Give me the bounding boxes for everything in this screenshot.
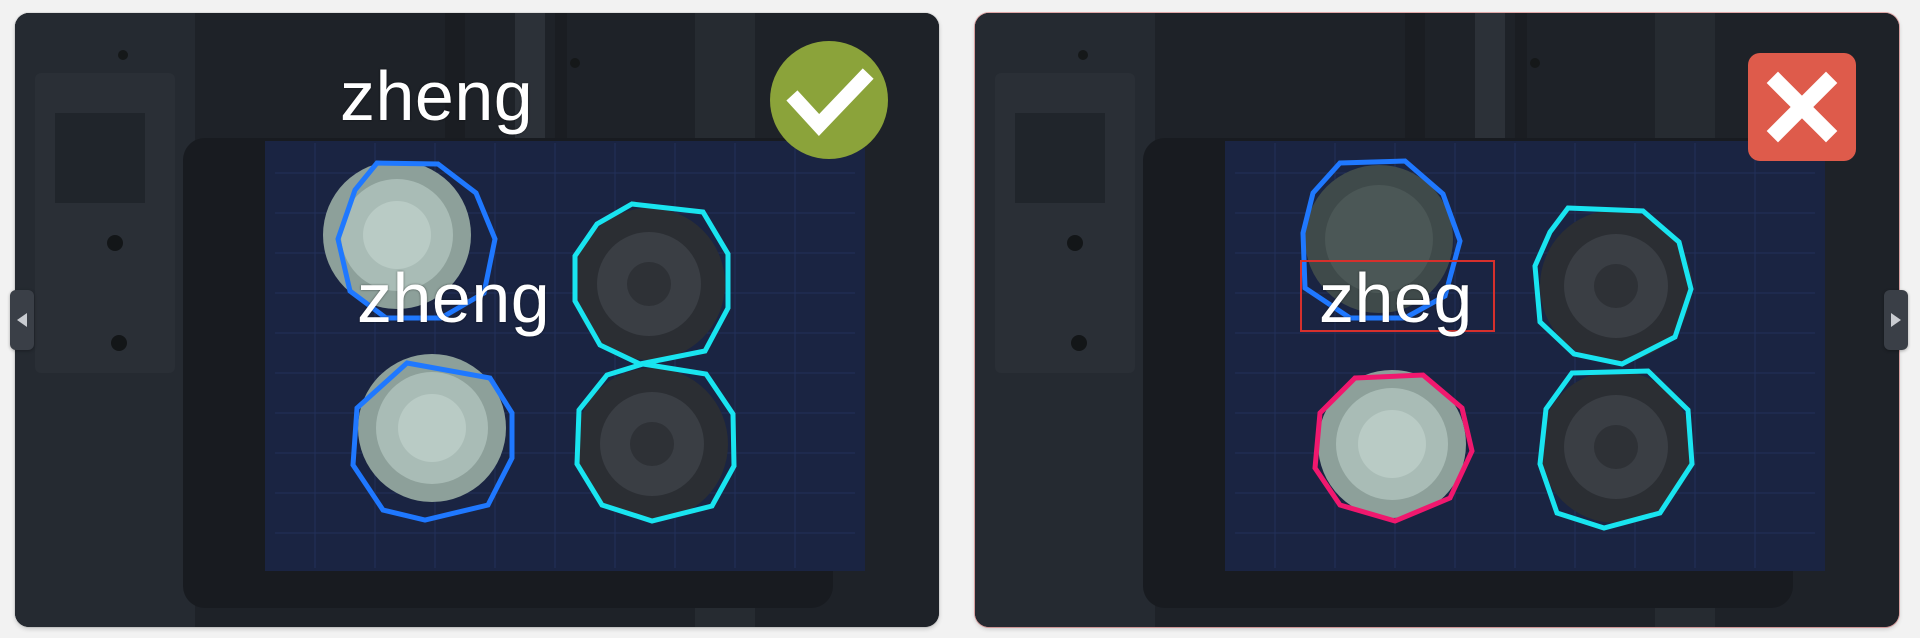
right-image-panel: zheg: [975, 13, 1899, 627]
detected-text-label: zheng: [357, 259, 551, 337]
left-image-panel: zheng zheng: [15, 13, 939, 627]
close-icon: [1748, 53, 1856, 161]
detected-text-label: zheg: [1319, 259, 1473, 337]
detected-text-label: zheng: [340, 57, 534, 135]
next-button[interactable]: [1884, 290, 1908, 350]
chevron-right-icon: [1891, 313, 1901, 327]
chevron-left-icon: [17, 313, 27, 327]
previous-button[interactable]: [10, 290, 34, 350]
check-icon: [770, 41, 888, 159]
